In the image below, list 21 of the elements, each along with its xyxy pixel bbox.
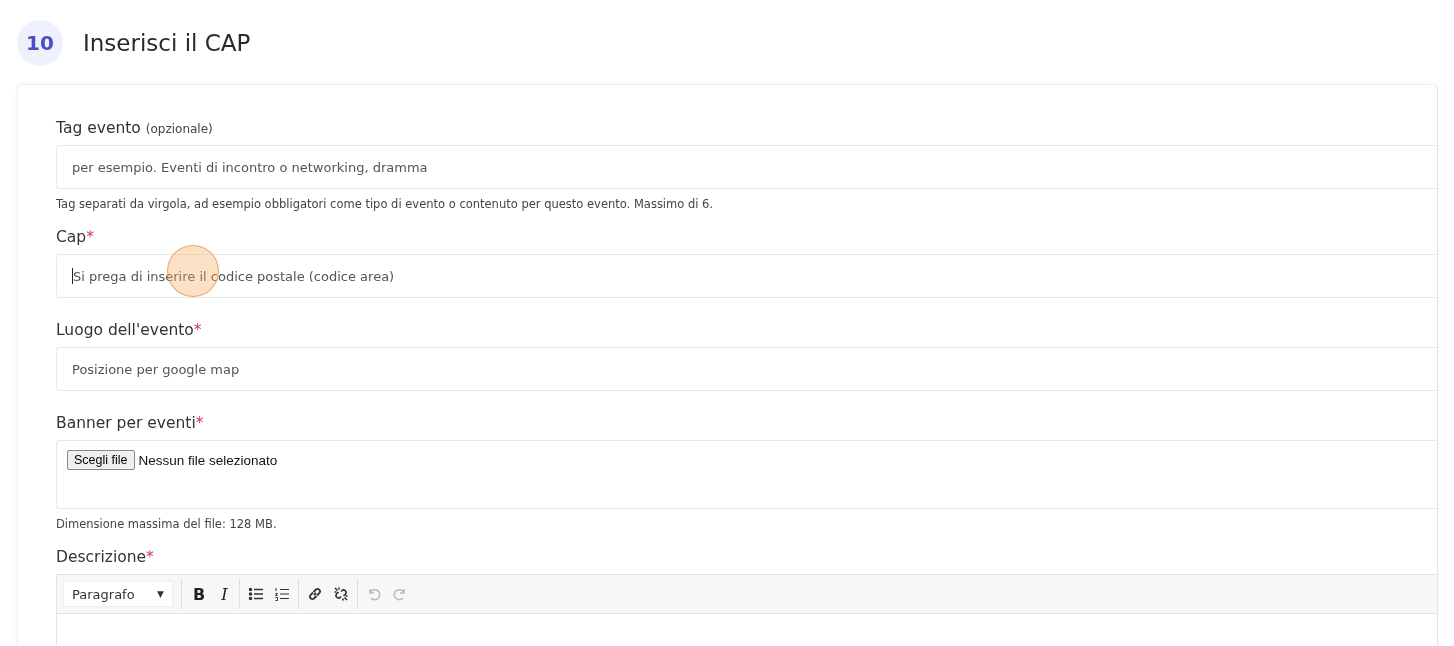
field-label: Descrizione* <box>56 548 155 566</box>
choose-file-button[interactable]: Scegli file <box>67 450 135 470</box>
link-icon[interactable] <box>306 586 323 602</box>
file-input-field[interactable]: Scegli file Nessun file selezionato <box>56 440 1437 509</box>
input-field[interactable]: per esempio. Eventi di incontro o networking, dramma <box>56 145 1437 189</box>
field-label: Luogo dell'evento* <box>56 321 203 339</box>
bold-button[interactable]: B <box>190 584 209 604</box>
help-text: Tag separati da virgola, ad esempio obbligatori come tipo di evento o contenuto per questo evento. Massimo di 6. <box>56 197 715 211</box>
step-number-badge: 10 <box>17 20 63 66</box>
input-field[interactable]: Posizione per google map <box>56 347 1437 391</box>
italic-button[interactable]: I <box>218 584 231 604</box>
format-dropdown[interactable]: Paragrafo ▼ <box>63 581 173 607</box>
step-title: Inserisci il CAP <box>83 30 251 56</box>
bullet-list-icon[interactable] <box>247 586 264 602</box>
field-label: Tag evento (opzionale) <box>56 119 214 137</box>
file-status: Nessun file selezionato <box>138 453 278 468</box>
field-label: Cap* <box>56 228 95 246</box>
field-label: Banner per eventi* <box>56 414 205 432</box>
help-text: Dimensione massima del file: 128 MB. <box>56 517 278 531</box>
numbered-list-icon[interactable] <box>273 586 290 602</box>
unlink-icon[interactable] <box>332 586 349 602</box>
